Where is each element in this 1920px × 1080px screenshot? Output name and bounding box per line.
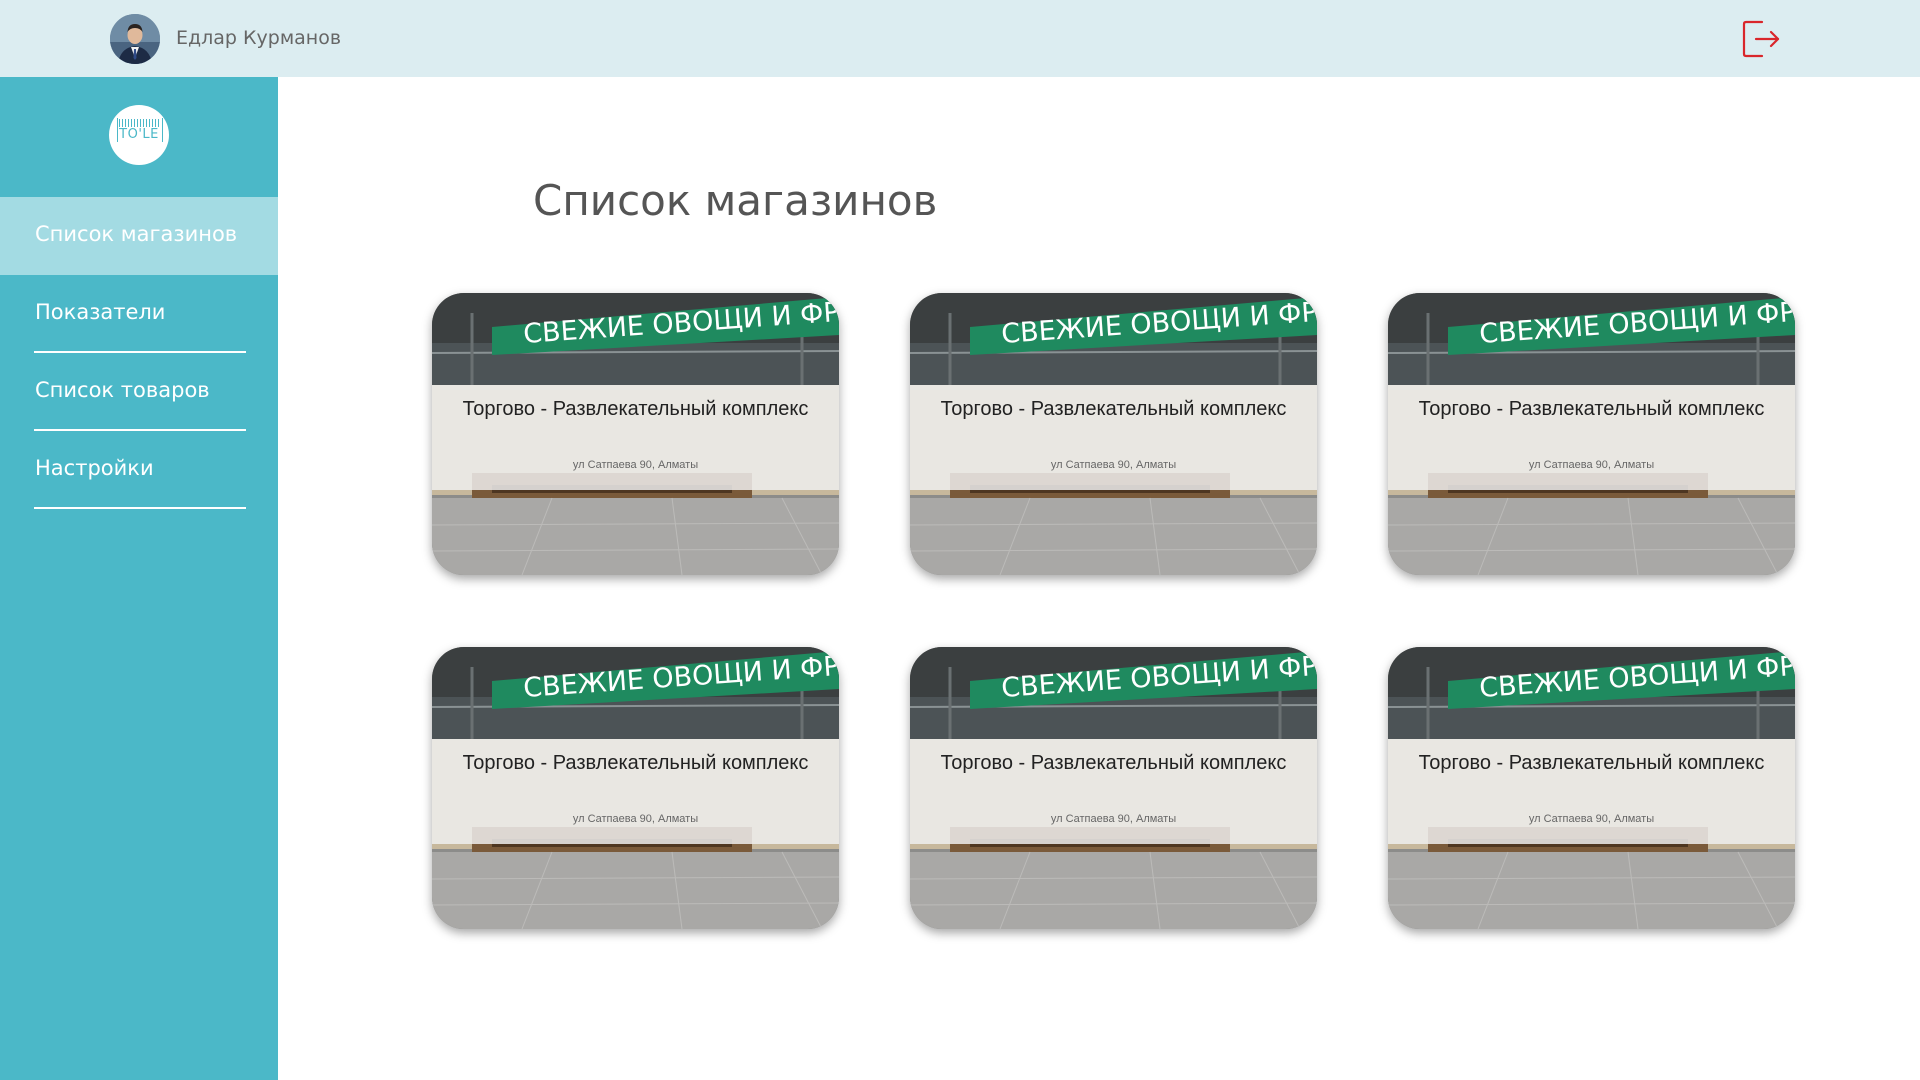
avatar-photo <box>110 14 160 64</box>
store-info-band: Торгово - Развлекательный комплекс ул Са… <box>1388 385 1795 490</box>
store-title: Торгово - Развлекательный комплекс <box>1418 398 1765 420</box>
store-card[interactable]: СВЕЖИЕ ОВОЩИ И ФРУ Торгово - Развлекател… <box>1388 293 1795 575</box>
store-address: ул Сатпаева 90, Алматы <box>1528 459 1655 471</box>
sidebar-item-label: Показатели <box>35 300 166 324</box>
store-title: Торгово - Развлекательный комплекс <box>1418 752 1765 774</box>
tole-logo: TO'LE <box>109 105 169 165</box>
store-info-band: Торгово - Развлекательный комплекс ул Са… <box>910 385 1317 490</box>
store-title: Торгово - Развлекательный комплекс <box>940 398 1287 420</box>
top-bar: Едлар Курманов <box>0 0 1920 77</box>
store-card[interactable]: СВЕЖИЕ ОВОЩИ И ФРУ Торгово - Развлекател… <box>910 293 1317 575</box>
store-info-band: Торгово - Развлекательный комплекс ул Са… <box>910 739 1317 844</box>
logo-text: TO'LE <box>119 127 159 142</box>
store-card[interactable]: СВЕЖИЕ ОВОЩИ И ФРУ Торгово - Развлекател… <box>432 293 839 575</box>
sidebar-item-store-list[interactable]: Список магазинов <box>0 197 278 275</box>
store-address: ул Сатпаева 90, Алматы <box>572 813 699 825</box>
sidebar-item-products[interactable]: Список товаров <box>0 353 278 431</box>
store-card[interactable]: СВЕЖИЕ ОВОЩИ И ФРУ Торгово - Развлекател… <box>1388 647 1795 929</box>
sidebar-item-label: Список товаров <box>35 378 210 402</box>
user-name: Едлар Курманов <box>176 27 342 49</box>
user-avatar[interactable] <box>110 14 160 64</box>
store-title: Торгово - Развлекательный комплекс <box>462 398 809 420</box>
sidebar: TO'LE Список магазинов Показатели Список… <box>0 77 278 1080</box>
store-address: ул Сатпаева 90, Алматы <box>1050 459 1177 471</box>
store-info-band: Торгово - Развлекательный комплекс ул Са… <box>432 385 839 490</box>
sidebar-item-label: Список магазинов <box>35 222 238 246</box>
sidebar-item-label: Настройки <box>35 456 154 480</box>
store-info-band: Торгово - Развлекательный комплекс ул Са… <box>1388 739 1795 844</box>
store-address: ул Сатпаева 90, Алматы <box>572 459 699 471</box>
nav-divider <box>34 507 246 509</box>
store-card[interactable]: СВЕЖИЕ ОВОЩИ И ФРУ Торгово - Развлекател… <box>432 647 839 929</box>
store-title: Торгово - Развлекательный комплекс <box>462 752 809 774</box>
page-title: Список магазинов <box>533 176 938 226</box>
logout-icon[interactable] <box>1740 18 1782 60</box>
store-address: ул Сатпаева 90, Алматы <box>1528 813 1655 825</box>
store-card[interactable]: СВЕЖИЕ ОВОЩИ И ФРУ Торгово - Развлекател… <box>910 647 1317 929</box>
barcode-icon <box>119 119 159 127</box>
sidebar-item-settings[interactable]: Настройки <box>0 431 278 509</box>
store-title: Торгово - Развлекательный комплекс <box>940 752 1287 774</box>
sidebar-item-indicators[interactable]: Показатели <box>0 275 278 353</box>
store-address: ул Сатпаева 90, Алматы <box>1050 813 1177 825</box>
store-info-band: Торгово - Развлекательный комплекс ул Са… <box>432 739 839 844</box>
